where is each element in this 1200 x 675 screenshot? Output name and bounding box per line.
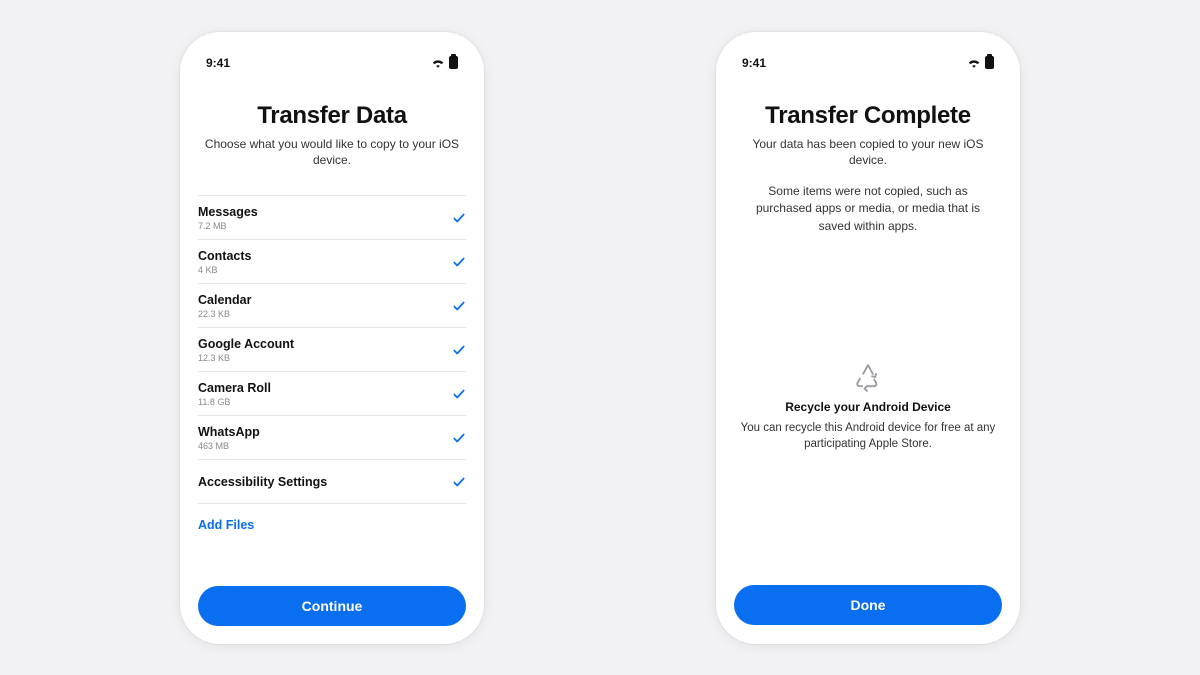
wifi-icon [967,57,981,68]
status-time: 9:41 [742,56,766,70]
wifi-icon [431,57,445,68]
page-note: Some items were not copied, such as purc… [738,183,998,235]
recycle-icon [854,364,882,392]
checkmark-icon [452,475,466,489]
recycle-block: Recycle your Android Device You can recy… [734,364,1002,468]
battery-icon [449,56,458,69]
transfer-item-name: Calendar [198,293,252,307]
transfer-item-row[interactable]: Calendar 22.3 KB [198,284,466,328]
transfer-item-name: Contacts [198,249,251,263]
transfer-item-row[interactable]: Contacts 4 KB [198,240,466,284]
page-subtitle: Your data has been copied to your new iO… [738,136,998,170]
status-bar: 9:41 [198,32,466,82]
transfer-item-size: 12.3 KB [198,353,294,363]
page-title: Transfer Complete [738,102,998,130]
status-icons [967,56,994,69]
header-block: Transfer Data Choose what you would like… [198,82,466,182]
transfer-item-name: Google Account [198,337,294,351]
transfer-item-row[interactable]: Accessibility Settings [198,460,466,504]
transfer-item-row[interactable]: Messages 7.2 MB [198,196,466,240]
page-subtitle: Choose what you would like to copy to yo… [202,136,462,170]
done-button[interactable]: Done [734,585,1002,625]
transfer-item-size: 4 KB [198,265,251,275]
status-icons [431,56,458,69]
transfer-item-size: 463 MB [198,441,260,451]
add-files-link[interactable]: Add Files [198,504,466,532]
status-bar: 9:41 [734,32,1002,82]
transfer-item-row[interactable]: WhatsApp 463 MB [198,416,466,460]
phone-transfer-data: 9:41 Transfer Data Choose what you would… [180,32,484,644]
page-title: Transfer Data [202,102,462,130]
transfer-item-name: WhatsApp [198,425,260,439]
checkmark-icon [452,299,466,313]
transfer-item-name: Messages [198,205,258,219]
transfer-item-row[interactable]: Camera Roll 11.8 GB [198,372,466,416]
transfer-item-name: Camera Roll [198,381,271,395]
checkmark-icon [452,211,466,225]
header-block: Transfer Complete Your data has been cop… [734,82,1002,248]
transfer-item-size: 7.2 MB [198,221,258,231]
phone-transfer-complete: 9:41 Transfer Complete Your data has bee… [716,32,1020,644]
continue-button[interactable]: Continue [198,586,466,626]
checkmark-icon [452,387,466,401]
transfer-item-row[interactable]: Google Account 12.3 KB [198,328,466,372]
checkmark-icon [452,343,466,357]
recycle-text: You can recycle this Android device for … [738,420,998,452]
transfer-item-list: Messages 7.2 MB Contacts 4 KB Calendar 22.3 K… [198,195,466,504]
recycle-title: Recycle your Android Device [738,400,998,414]
status-time: 9:41 [206,56,230,70]
checkmark-icon [452,431,466,445]
checkmark-icon [452,255,466,269]
transfer-item-size: 22.3 KB [198,309,252,319]
battery-icon [985,56,994,69]
transfer-item-size: 11.8 GB [198,397,271,407]
transfer-item-name: Accessibility Settings [198,475,327,489]
